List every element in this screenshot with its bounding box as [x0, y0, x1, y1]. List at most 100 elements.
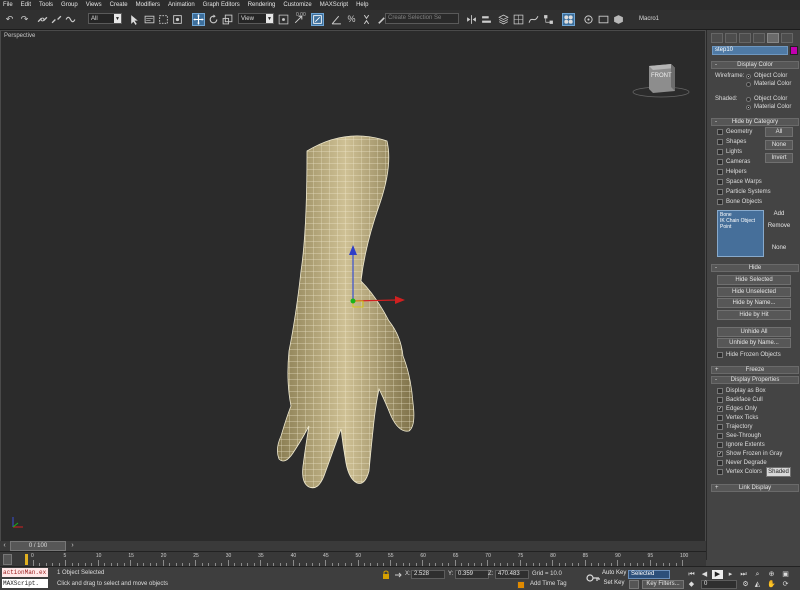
lights-checkbox[interactable] [717, 149, 723, 155]
select-by-name-icon[interactable] [143, 13, 156, 26]
none-list-button[interactable]: None [765, 244, 793, 254]
select-object-icon[interactable] [128, 13, 141, 26]
time-indicator[interactable] [25, 554, 28, 565]
perspective-viewport[interactable]: Perspective FRONT [0, 30, 706, 550]
redo-icon[interactable]: ↷ [18, 13, 31, 26]
select-and-scale-icon[interactable] [221, 13, 234, 26]
menu-tools[interactable]: Tools [39, 2, 53, 8]
lock-selection-icon[interactable] [382, 570, 390, 579]
spinner-snap-icon[interactable] [360, 13, 373, 26]
curve-editor-icon[interactable] [527, 13, 540, 26]
go-to-start-icon[interactable]: ⏮ [686, 570, 697, 579]
hide-by-hit-button[interactable]: Hide by Hit [717, 310, 791, 320]
list-item[interactable]: Point [720, 224, 761, 230]
current-frame-field[interactable]: 0 [701, 580, 737, 589]
z-coordinate-field[interactable]: 470.483 [495, 570, 529, 579]
remove-button[interactable]: Remove [764, 222, 794, 232]
rollout-display-properties[interactable]: - Display Properties [711, 376, 799, 384]
orbit-icon[interactable]: ⟳ [780, 580, 791, 589]
undo-icon[interactable]: ↶ [3, 13, 16, 26]
hand-mesh[interactable] [1, 31, 706, 550]
utilities-tab-icon[interactable] [781, 33, 793, 43]
menu-animation[interactable]: Animation [168, 2, 195, 8]
selection-filter-dropdown[interactable]: All ▼ [88, 13, 122, 24]
menu-create[interactable]: Create [110, 2, 128, 8]
key-mode-dropdown[interactable]: Selected [628, 570, 670, 579]
menu-group[interactable]: Group [61, 2, 78, 8]
layer-manager-icon[interactable] [497, 13, 510, 26]
select-and-rotate-icon[interactable] [207, 13, 220, 26]
angle-snap-icon[interactable] [330, 13, 343, 26]
hierarchy-tab-icon[interactable] [739, 33, 751, 43]
time-slider-thumb[interactable]: 0 / 100 [10, 541, 66, 551]
helpers-checkbox[interactable] [717, 169, 723, 175]
pivot-center-icon[interactable] [277, 13, 290, 26]
next-frame-icon[interactable]: ▸ [725, 570, 736, 579]
pan-view-icon[interactable]: ✋ [766, 580, 777, 589]
add-button[interactable]: Add [765, 210, 793, 220]
rollout-hide[interactable]: - Hide [711, 264, 799, 272]
display-tab-icon[interactable] [767, 33, 779, 43]
maxscript-listener-output[interactable]: MAXScript. [2, 579, 48, 588]
none-button[interactable]: None [765, 140, 793, 150]
unlink-icon[interactable] [50, 13, 63, 26]
set-key-button[interactable]: Set Key [602, 580, 626, 589]
motion-tab-icon[interactable] [753, 33, 765, 43]
hide-frozen-objects-checkbox[interactable] [717, 352, 723, 358]
field-of-view-icon[interactable]: ◭ [752, 580, 763, 589]
shaded-material-color-radio[interactable] [746, 105, 751, 110]
go-to-end-icon[interactable]: ⏭ [738, 570, 749, 579]
shaded-object-color-radio[interactable] [746, 97, 751, 102]
macro-label[interactable]: Macro1 [639, 16, 659, 22]
menu-customize[interactable]: Customize [283, 2, 311, 8]
rollout-link-display[interactable]: + Link Display [711, 484, 799, 492]
auto-key-button[interactable]: Auto Key [602, 570, 626, 579]
track-bar[interactable]: 0 5 10 15 20 25 30 35 40 45 50 55 60 65 70 75 80 85 90 95 10… [0, 551, 706, 566]
edges-only-checkbox[interactable]: ✓ [717, 406, 723, 412]
time-slider-next-icon[interactable]: › [68, 541, 77, 551]
window-crossing-icon[interactable] [171, 13, 184, 26]
space-warps-checkbox[interactable] [717, 179, 723, 185]
wireframe-material-color-radio[interactable] [746, 82, 751, 87]
menu-help[interactable]: Help [356, 2, 368, 8]
named-selection-sets-field[interactable]: Create Selection Se [385, 13, 459, 24]
shapes-checkbox[interactable] [717, 139, 723, 145]
menu-edit[interactable]: Edit [21, 2, 31, 8]
rollout-display-color[interactable]: - Display Color [711, 61, 799, 69]
zoom-extents-icon[interactable]: ▣ [780, 570, 791, 579]
hide-selected-button[interactable]: Hide Selected [717, 275, 791, 285]
key-mode-toggle-icon[interactable]: ◆ [686, 580, 697, 589]
bone-objects-checkbox[interactable] [717, 199, 723, 205]
geometry-checkbox[interactable] [717, 129, 723, 135]
trajectory-checkbox[interactable] [717, 424, 723, 430]
hide-category-listbox[interactable]: Bone IK Chain Object Point [717, 210, 764, 257]
particle-systems-checkbox[interactable] [717, 189, 723, 195]
rollout-hide-by-category[interactable]: - Hide by Category [711, 118, 799, 126]
never-degrade-checkbox[interactable] [717, 460, 723, 466]
ignore-extents-checkbox[interactable] [717, 442, 723, 448]
reference-coordinate-dropdown[interactable]: View ▼ [238, 13, 274, 24]
menu-modifiers[interactable]: Modifiers [136, 2, 160, 8]
select-link-icon[interactable] [36, 13, 49, 26]
select-and-move-icon[interactable] [192, 13, 205, 26]
time-configuration-icon[interactable]: ⚙ [740, 580, 751, 589]
add-time-tag[interactable]: Add Time Tag [530, 581, 567, 587]
bind-space-warp-icon[interactable] [64, 13, 77, 26]
create-tab-icon[interactable] [711, 33, 723, 43]
add-time-tag-icon[interactable] [517, 581, 525, 589]
set-key-toggle-icon[interactable] [629, 580, 639, 589]
mini-curve-editor-icon[interactable] [3, 554, 12, 565]
maxscript-listener-input[interactable]: actionMan.ex [2, 568, 48, 577]
all-button[interactable]: All [765, 127, 793, 137]
zoom-all-icon[interactable]: ⊕ [766, 570, 777, 579]
absolute-mode-icon[interactable] [394, 570, 402, 579]
backface-cull-checkbox[interactable] [717, 397, 723, 403]
object-name-field[interactable]: step10 [712, 46, 788, 55]
time-slider-prev-icon[interactable]: ‹ [0, 541, 9, 551]
render-production-icon[interactable] [612, 13, 625, 26]
time-slider[interactable]: ‹ 0 / 100 › [0, 541, 706, 551]
menu-maxscript[interactable]: MAXScript [320, 2, 348, 8]
shaded-button[interactable]: Shaded [766, 467, 791, 477]
hide-by-name-button[interactable]: Hide by Name... [717, 298, 791, 308]
key-filters-button[interactable]: Key Filters... [642, 580, 684, 589]
